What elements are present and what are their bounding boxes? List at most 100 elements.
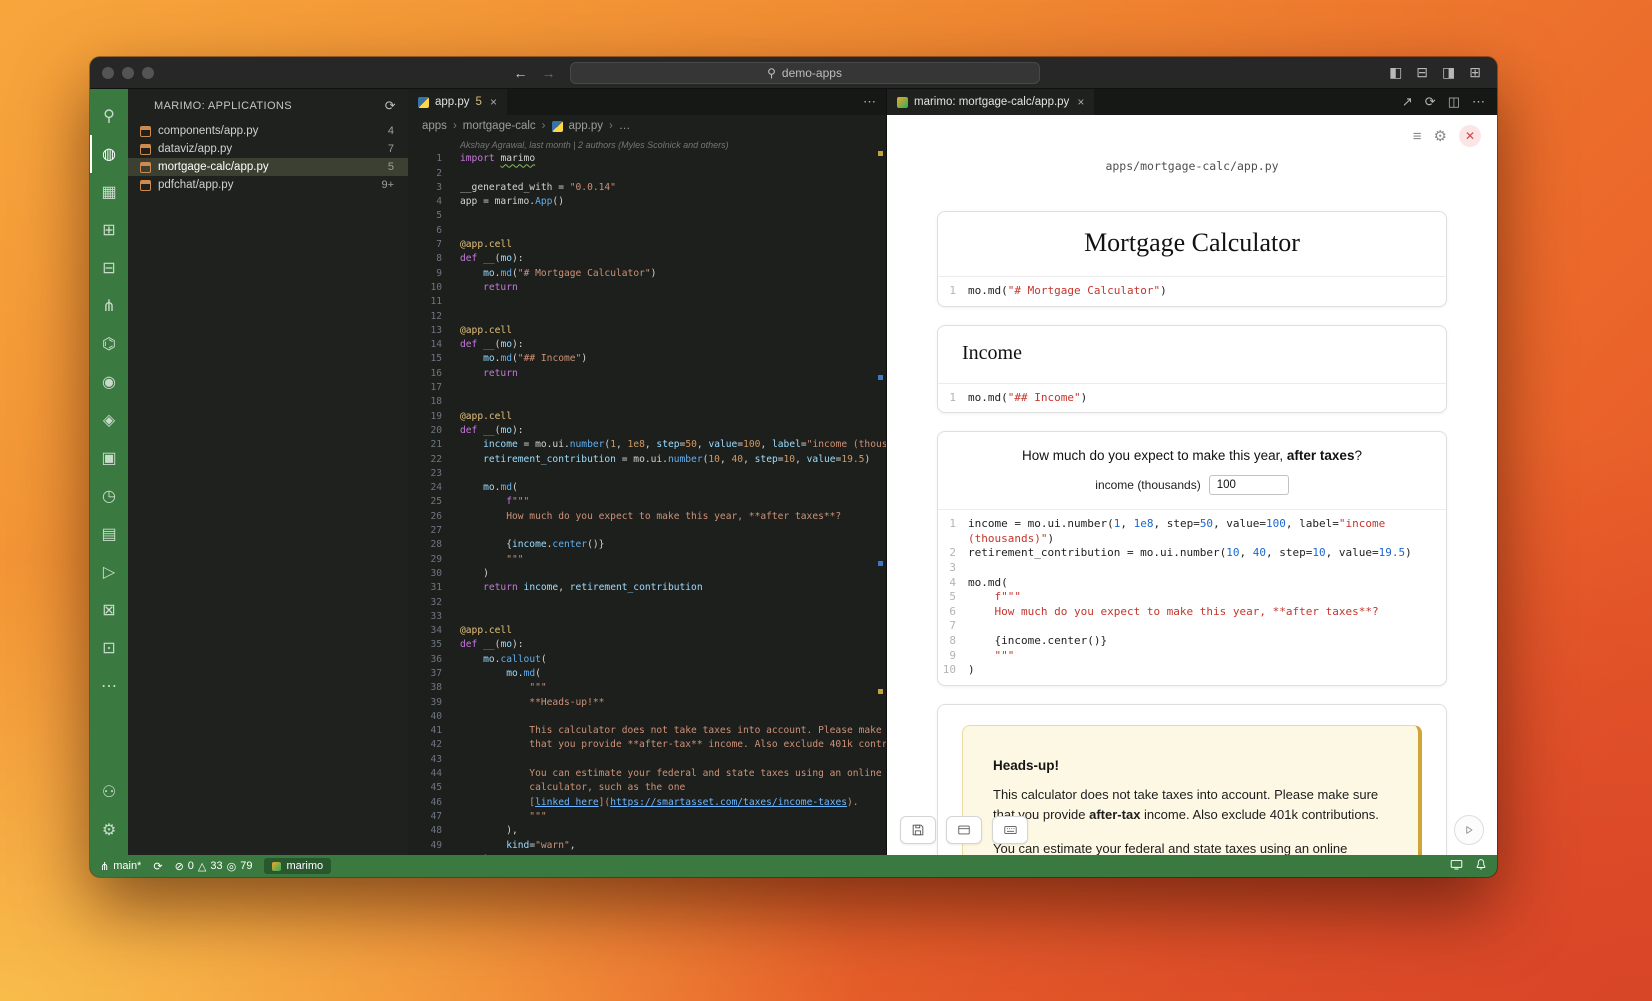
breadcrumb-apps[interactable]: apps	[422, 120, 447, 132]
overview-ruler-info-mark	[878, 561, 883, 566]
code-line: 33	[408, 610, 886, 624]
editor-actions: ⋯	[863, 89, 886, 115]
marimo-icon[interactable]: ◍	[90, 135, 128, 173]
cell-title: Mortgage Calculator 1mo.md("# Mortgage C…	[937, 211, 1447, 307]
marimo-icon	[897, 97, 908, 108]
account-icon[interactable]: ⚇	[90, 773, 128, 811]
code-editor[interactable]: Akshay Agrawal, last month | 2 authors (…	[408, 137, 886, 855]
code-line: 21 income = mo.ui.number(1, 1e8, step=50…	[408, 438, 886, 452]
github-icon[interactable]: ◉	[90, 363, 128, 401]
run-button[interactable]	[1454, 815, 1484, 845]
cell-code[interactable]: 1mo.md("# Mortgage Calculator")	[938, 276, 1446, 306]
run-debug-icon[interactable]: ▷	[90, 553, 128, 591]
panel-tabbar: marimo: mortgage-calc/app.py × ↗ ⟳ ◫ ⋯	[887, 89, 1497, 115]
code-line: 3__generated_with = "0.0.14"	[408, 181, 886, 195]
customize-layout-icon[interactable]: ⊞	[1469, 64, 1481, 81]
containers-icon[interactable]: ⊡	[90, 629, 128, 667]
marimo-status[interactable]: marimo	[264, 858, 331, 874]
keyboard-shortcuts-button[interactable]	[992, 816, 1028, 844]
more-icon[interactable]: ⋯	[90, 667, 128, 705]
git-branch-status[interactable]: ⋔ main*	[100, 860, 141, 873]
forward-icon[interactable]: →	[542, 65, 556, 81]
close-icon[interactable]: ×	[1077, 95, 1084, 109]
zoom-window-icon[interactable]	[142, 67, 154, 79]
screen-icon	[1450, 858, 1463, 871]
code-line: 35def __(mo):	[408, 638, 886, 652]
tab-marimo-preview[interactable]: marimo: mortgage-calc/app.py ×	[887, 89, 1094, 115]
code-line: 23	[408, 467, 886, 481]
code-line: 20def __(mo):	[408, 424, 886, 438]
marimo-app-icon	[140, 126, 151, 137]
code-line: 30 )	[408, 567, 886, 581]
more-actions-icon[interactable]: ⋯	[863, 94, 876, 110]
breadcrumb-folder[interactable]: mortgage-calc	[463, 120, 536, 132]
cell-output: How much do you expect to make this year…	[938, 432, 1446, 509]
command-center-search[interactable]: ⚲ demo-apps	[570, 62, 1040, 84]
notebook-icon[interactable]: ▤	[90, 515, 128, 553]
breadcrumb-file[interactable]: app.py	[569, 120, 604, 132]
code-line: 46 [linked here](https://smartasset.com/…	[408, 796, 886, 810]
file-label: mortgage-calc/app.py	[158, 161, 381, 173]
toggle-sidebar-icon[interactable]: ◧	[1389, 64, 1402, 81]
overview-ruler-warning-mark	[878, 151, 883, 156]
minimize-window-icon[interactable]	[122, 67, 134, 79]
testing-icon[interactable]: ⌬	[90, 325, 128, 363]
cell-code[interactable]: 1mo.md("## Income")	[938, 383, 1446, 413]
open-panel-button[interactable]	[946, 816, 982, 844]
code-line: 25 f"""	[408, 495, 886, 509]
cell-code[interactable]: 1income = mo.ui.number(1, 1e8, step=50, …	[938, 509, 1446, 685]
source-control-icon[interactable]: ⋔	[90, 287, 128, 325]
sidebar-item-pdfchat-app-py[interactable]: pdfchat/app.py9+	[128, 176, 408, 194]
problems-status[interactable]: ⊘ 0 △ 33 ◎ 79	[175, 860, 253, 873]
refresh-icon[interactable]: ⟳	[1425, 94, 1436, 110]
save-button[interactable]	[900, 816, 936, 844]
explorer-icon[interactable]: ▦	[90, 173, 128, 211]
shutdown-icon[interactable]: ✕	[1459, 125, 1481, 147]
search-icon[interactable]: ⚲	[90, 97, 128, 135]
overview-ruler-warning-mark	[878, 689, 883, 694]
notifications-status[interactable]	[1475, 858, 1487, 874]
code-line: 43	[408, 753, 886, 767]
settings-icon[interactable]: ⚙	[90, 811, 128, 849]
screencast-status[interactable]	[1450, 858, 1463, 874]
warning-callout: Heads-up! This calculator does not take …	[962, 725, 1422, 855]
open-external-icon[interactable]: ↗	[1402, 94, 1413, 110]
refresh-icon[interactable]: ⟳	[385, 98, 396, 114]
sidebar-item-dataviz-app-py[interactable]: dataviz/app.py7	[128, 140, 408, 158]
back-icon[interactable]: ←	[514, 65, 528, 81]
code-line: 15 mo.md("## Income")	[408, 352, 886, 366]
status-bar: ⋔ main* ⟳ ⊘ 0 △ 33 ◎ 79 marimo	[90, 855, 1497, 877]
notebook-cells: Mortgage Calculator 1mo.md("# Mortgage C…	[937, 211, 1447, 855]
breadcrumb-more[interactable]: …	[619, 120, 631, 132]
code-line: 11	[408, 295, 886, 309]
toggle-secondary-sidebar-icon[interactable]: ◨	[1442, 64, 1455, 81]
sidebar-item-components-app-py[interactable]: components/app.py4	[128, 122, 408, 140]
fold-chevron-icon[interactable]: ⌄	[970, 576, 975, 591]
timeline-icon[interactable]: ◷	[90, 477, 128, 515]
callout-paragraph: You can estimate your federal and state …	[993, 839, 1388, 855]
marimo-app-icon	[140, 180, 151, 191]
code-line: 31 return income, retirement_contributio…	[408, 581, 886, 595]
layout-icon[interactable]: ▣	[90, 439, 128, 477]
error-icon: ⊘	[175, 860, 184, 873]
tab-app-py[interactable]: app.py 5 ×	[408, 89, 507, 115]
close-icon[interactable]: ×	[490, 95, 497, 109]
remote-icon[interactable]: ⊠	[90, 591, 128, 629]
toggle-panel-icon[interactable]: ⊟	[1416, 64, 1428, 81]
menu-icon[interactable]: ≡	[1413, 128, 1422, 145]
editor-tabbar: app.py 5 × ⋯	[408, 89, 886, 115]
workspace-name: demo-apps	[782, 66, 842, 80]
symbols-icon[interactable]: ◈	[90, 401, 128, 439]
income-number-input[interactable]: 100	[1209, 475, 1289, 495]
code-line: 5	[408, 209, 886, 223]
gear-icon[interactable]: ⚙	[1434, 127, 1447, 145]
search-editor-icon[interactable]: ⊞	[90, 211, 128, 249]
split-editor-icon[interactable]: ◫	[1448, 94, 1460, 110]
extensions-icon[interactable]: ⊟	[90, 249, 128, 287]
webview-toolbar: ≡ ⚙ ✕	[1413, 125, 1481, 147]
more-actions-icon[interactable]: ⋯	[1472, 94, 1485, 110]
cell-count-badge: 7	[388, 143, 398, 155]
sync-status[interactable]: ⟳	[153, 860, 162, 873]
sidebar-item-mortgage-calc-app-py[interactable]: mortgage-calc/app.py5	[128, 158, 408, 176]
close-window-icon[interactable]	[102, 67, 114, 79]
